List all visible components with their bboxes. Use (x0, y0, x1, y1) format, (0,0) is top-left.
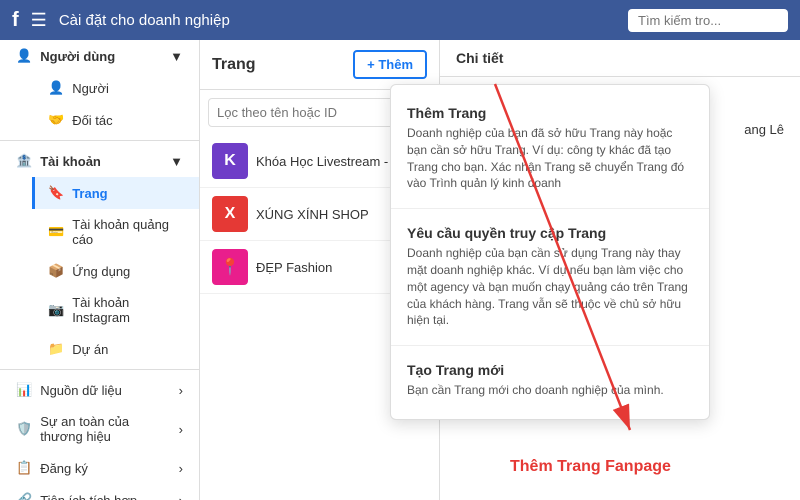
sidebar-label-ung-dung: Ứng dụng (72, 264, 130, 279)
sidebar-item-tien-ich[interactable]: 🔗 Tiện ích tích hợp › (0, 484, 199, 500)
main-content: Trang + Thêm K Khóa Học Livestream - Hoc… (200, 40, 800, 500)
detail-header: Chi tiết (440, 40, 800, 77)
sidebar-label-nguoi: Người (72, 81, 109, 96)
topbar-title: Cài đặt cho doanh nghiệp (59, 12, 616, 29)
dropdown-item-2[interactable]: Tạo Trang mới Bạn cần Trang mới cho doan… (391, 350, 709, 411)
page-avatar-3: 📍 (212, 249, 248, 285)
page-name-2: XÚNG XÍNH SHOP (256, 207, 369, 222)
project-icon: 📁 (48, 341, 64, 357)
sidebar-label-nguon-du-lieu: Nguồn dữ liệu (40, 383, 170, 398)
dropdown-item-title-0: Thêm Trang (407, 105, 693, 121)
sidebar-item-tai-khoan-ig[interactable]: 📷 Tài khoản Instagram (32, 287, 199, 333)
ad-account-icon: 💳 (48, 224, 64, 240)
facebook-logo: f (12, 9, 19, 32)
sidebar-label-nguoi-dung: Người dùng (40, 49, 115, 64)
sidebar-item-nguon-du-lieu[interactable]: 📊 Nguồn dữ liệu › (0, 374, 199, 406)
dropdown-item-desc-1: Doanh nghiệp của bạn cần sử dụng Trang n… (407, 245, 693, 329)
detail-bottom-text: ang Lê (744, 122, 784, 137)
dropdown-item-title-1: Yêu cầu quyền truy cập Trang (407, 225, 693, 241)
sidebar-label-tien-ich: Tiện ích tích hợp (40, 493, 170, 500)
shield-icon: 🛡️ (16, 421, 32, 437)
sidebar-item-dang-ky[interactable]: 📋 Đăng ký › (0, 452, 199, 484)
register-icon: 📋 (16, 460, 32, 476)
user-icon: 👤 (16, 48, 32, 64)
dropdown-item-title-2: Tạo Trang mới (407, 362, 693, 378)
integration-icon: 🔗 (16, 492, 32, 500)
sidebar: 👤 Người dùng ▼ 👤 Người 🤝 Đối tác 🏦 Tài k… (0, 40, 200, 500)
data-icon: 📊 (16, 382, 32, 398)
sidebar-group-tai-khoan[interactable]: 🏦 Tài khoản ▼ (0, 145, 199, 177)
sidebar-item-tai-khoan-qc[interactable]: 💳 Tài khoản quảng cáo (32, 209, 199, 255)
arrow-icon-2: › (179, 461, 183, 476)
sidebar-label-dang-ky: Đăng ký (40, 461, 170, 476)
arrow-icon-3: › (179, 493, 183, 500)
sidebar-label-tai-khoan: Tài khoản (40, 154, 101, 169)
annotation-text: Thêm Trang Fanpage (510, 458, 671, 476)
sidebar-label-du-an: Dự án (72, 342, 108, 357)
sidebar-label-su-an-toan: Sự an toàn của thương hiệu (40, 414, 170, 444)
sidebar-item-nguoi-dung[interactable]: 👤 Người dùng ▼ (0, 40, 199, 72)
sidebar-item-nguoi[interactable]: 👤 Người (32, 72, 199, 104)
dropdown-item-1[interactable]: Yêu cầu quyền truy cập Trang Doanh nghiệ… (391, 213, 709, 341)
sidebar-label-tai-khoan-ig: Tài khoản Instagram (72, 295, 183, 325)
page-list-header: Trang + Thêm (200, 40, 439, 90)
instagram-icon: 📷 (48, 302, 64, 318)
topbar: f ☰ Cài đặt cho doanh nghiệp (0, 0, 800, 40)
sidebar-item-doi-tac[interactable]: 🤝 Đối tác (32, 104, 199, 136)
person-icon: 👤 (48, 80, 64, 96)
search-input[interactable] (628, 9, 788, 32)
arrow-icon-1: › (179, 422, 183, 437)
dropdown-item-0[interactable]: Thêm Trang Doanh nghiệp của bạn đã sở hữ… (391, 93, 709, 204)
sidebar-label-trang: Trang (72, 186, 107, 201)
add-button[interactable]: + Thêm (353, 50, 427, 79)
dropdown-popup: Thêm Trang Doanh nghiệp của bạn đã sở hữ… (390, 84, 710, 420)
sidebar-item-du-an[interactable]: 📁 Dự án (32, 333, 199, 365)
page-avatar-2: X (212, 196, 248, 232)
page-name-3: ĐẸP Fashion (256, 260, 332, 275)
menu-icon[interactable]: ☰ (31, 10, 47, 31)
sidebar-item-ung-dung[interactable]: 📦 Ứng dụng (32, 255, 199, 287)
chevron-icon: ▼ (170, 49, 183, 64)
page-icon: 🔖 (48, 185, 64, 201)
page-avatar-1: K (212, 143, 248, 179)
page-list-title: Trang (212, 56, 256, 74)
dropdown-item-desc-0: Doanh nghiệp của bạn đã sở hữu Trang này… (407, 125, 693, 192)
dropdown-item-desc-2: Bạn cần Trang mới cho doanh nghiệp của m… (407, 382, 693, 399)
partner-icon: 🤝 (48, 112, 64, 128)
sidebar-label-doi-tac: Đối tác (72, 113, 112, 128)
sidebar-label-tai-khoan-qc: Tài khoản quảng cáo (72, 217, 183, 247)
app-icon: 📦 (48, 263, 64, 279)
sidebar-item-su-an-toan[interactable]: 🛡️ Sự an toàn của thương hiệu › (0, 406, 199, 452)
account-icon: 🏦 (16, 153, 32, 169)
chevron-tai-khoan-icon: ▼ (170, 154, 183, 169)
sidebar-item-trang[interactable]: 🔖 Trang (32, 177, 199, 209)
arrow-icon-0: › (179, 383, 183, 398)
